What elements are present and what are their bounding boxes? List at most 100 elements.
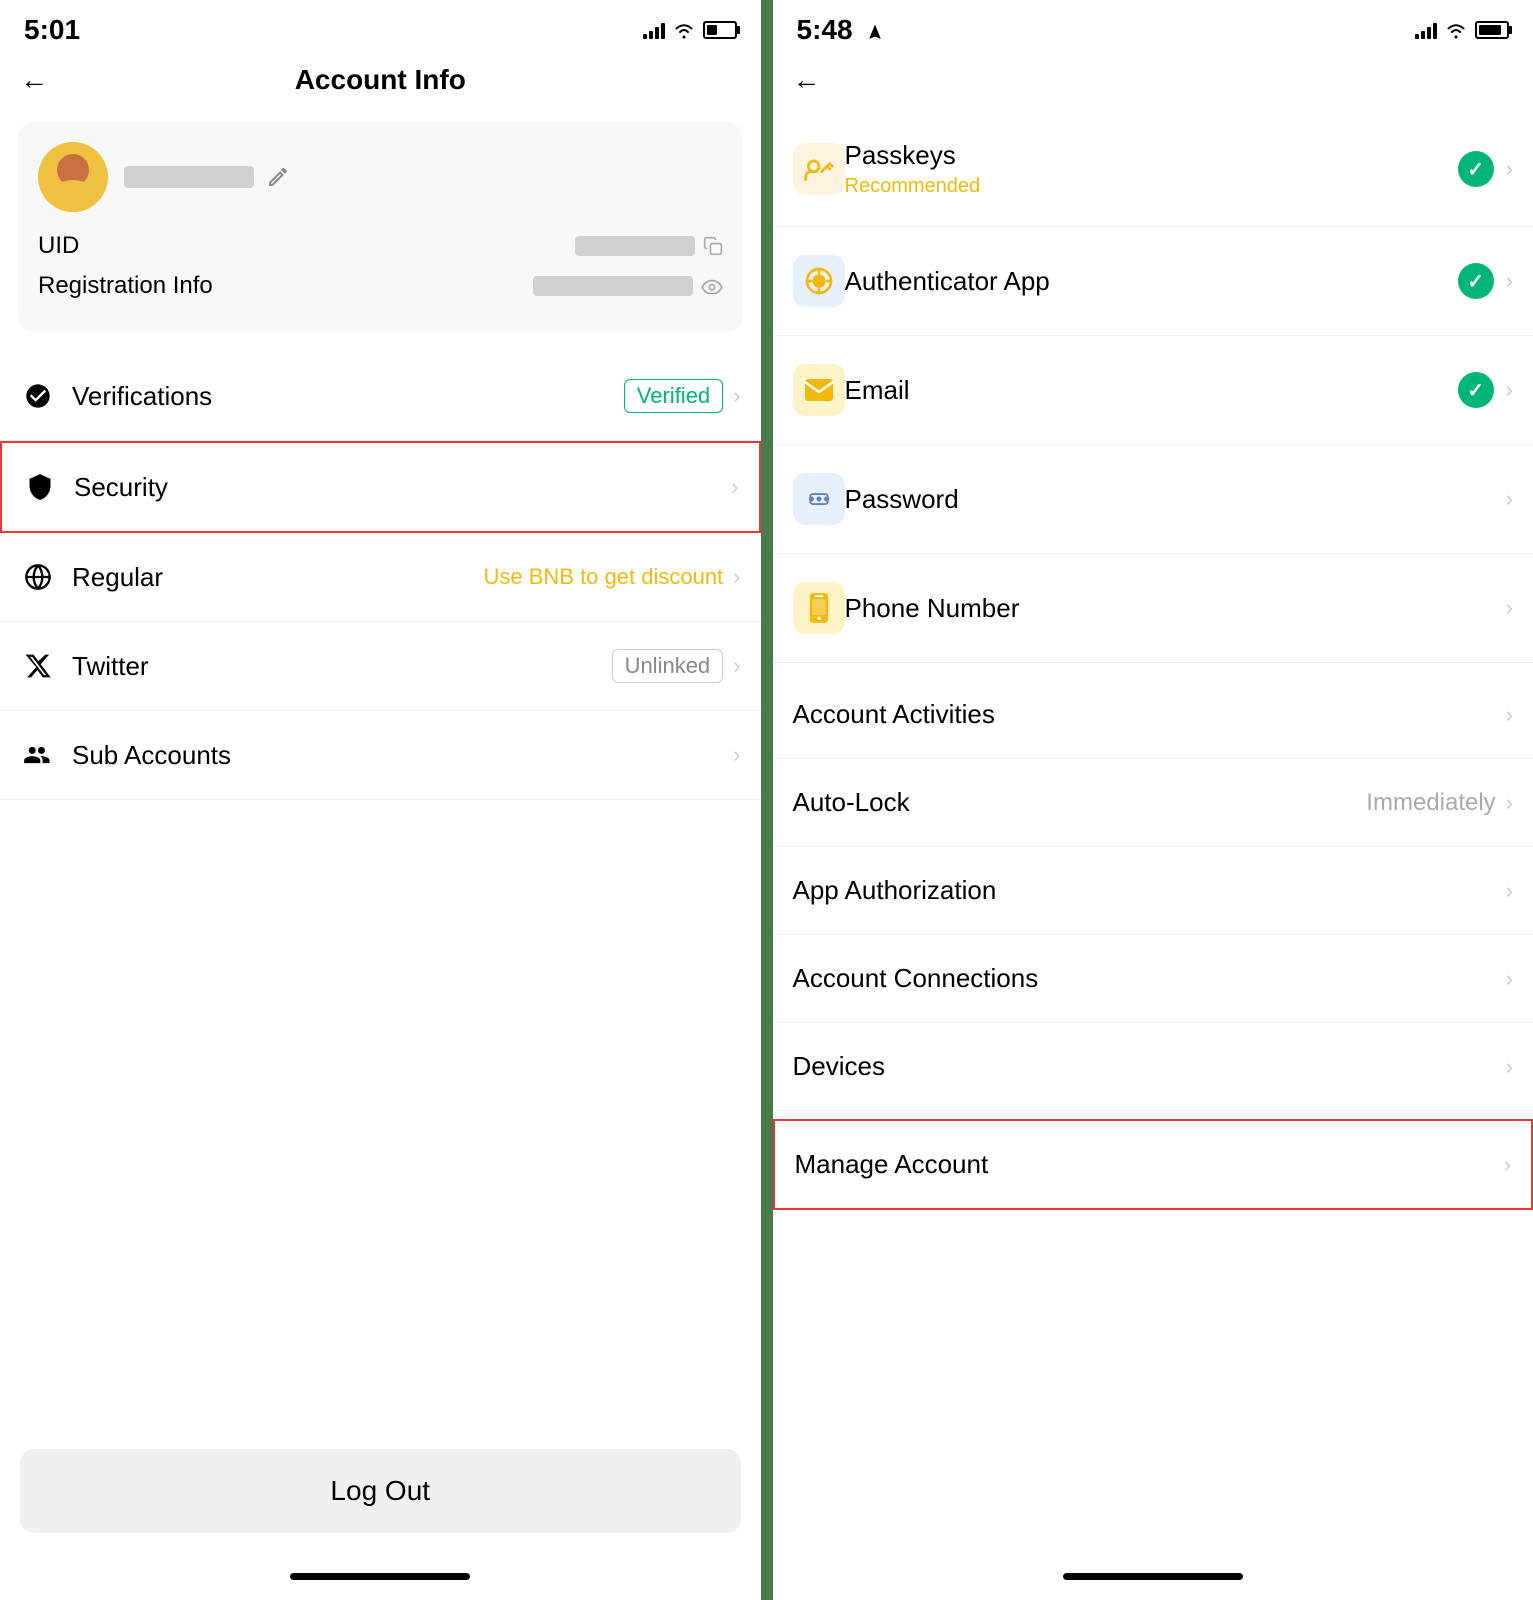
right-home-indicator (1063, 1573, 1243, 1580)
authenticator-chevron: › (1506, 268, 1513, 294)
right-signal-bars-icon (1415, 21, 1437, 39)
security-item-phone[interactable]: Phone Number › (773, 554, 1533, 663)
uid-label: UID (38, 232, 79, 260)
password-chevron: › (1506, 486, 1513, 512)
verified-badge: Verified (624, 379, 723, 413)
account-connections-chevron: › (1506, 966, 1513, 992)
logout-area: Log Out (0, 1419, 761, 1563)
menu-item-app-authorization[interactable]: App Authorization › (773, 847, 1533, 935)
passkeys-text: Passkeys Recommended (845, 140, 1446, 198)
email-title: Email (845, 375, 1446, 406)
username-blur (124, 166, 254, 188)
security-item-authenticator[interactable]: Authenticator App ✓ › (773, 227, 1533, 336)
left-page-title: Account Info (295, 64, 466, 96)
signal-bars-icon (643, 21, 665, 39)
right-wifi-icon (1445, 21, 1467, 39)
passkeys-title: Passkeys (845, 140, 1446, 171)
regular-icon (20, 559, 56, 595)
menu-item-twitter[interactable]: Twitter Unlinked › (0, 622, 761, 711)
menu-item-regular[interactable]: Regular Use BNB to get discount › (0, 533, 761, 622)
spacer (0, 800, 761, 1419)
email-icon (793, 364, 845, 416)
twitter-chevron: › (733, 653, 740, 679)
security-chevron: › (731, 474, 738, 500)
passkeys-subtitle: Recommended (845, 175, 1446, 198)
right-status-icons (1415, 21, 1509, 39)
unlinked-badge: Unlinked (612, 649, 724, 683)
right-status-time: 5:48 (797, 14, 885, 46)
left-phone-panel: 5:01 ← Account Info (0, 0, 761, 1600)
authenticator-icon (793, 255, 845, 307)
manage-account-label: Manage Account (795, 1149, 1504, 1180)
regular-label: Regular (72, 562, 483, 593)
wifi-icon (673, 21, 695, 39)
left-status-bar: 5:01 (0, 0, 761, 54)
menu-item-verifications[interactable]: Verifications Verified › (0, 352, 761, 441)
menu-item-devices[interactable]: Devices › (773, 1023, 1533, 1111)
back-button-right[interactable]: ← (793, 64, 821, 96)
auto-lock-value: Immediately (1366, 789, 1495, 817)
right-nav-header: ← (773, 54, 1533, 112)
menu-item-sub-accounts[interactable]: Sub Accounts › (0, 711, 761, 800)
manage-account-chevron: › (1504, 1152, 1511, 1178)
edit-profile-icon[interactable] (266, 165, 290, 189)
profile-card: UID Registration Info (18, 122, 743, 332)
sub-accounts-label: Sub Accounts (72, 740, 733, 771)
passkeys-icon (793, 143, 845, 195)
battery-icon (703, 21, 737, 39)
sub-accounts-icon (20, 737, 56, 773)
panel-divider (761, 0, 773, 1600)
left-status-icons (643, 21, 737, 39)
passkeys-check-icon: ✓ (1458, 151, 1494, 187)
menu-item-security[interactable]: Security › (0, 441, 761, 533)
security-item-email[interactable]: Email ✓ › (773, 336, 1533, 445)
eye-icon[interactable] (701, 278, 723, 294)
uid-row: UID (38, 232, 723, 260)
menu-item-account-activities[interactable]: Account Activities › (773, 671, 1533, 759)
phone-text: Phone Number (845, 593, 1494, 624)
copy-uid-icon[interactable] (703, 236, 723, 256)
verifications-label: Verifications (72, 381, 624, 412)
menu-item-manage-account[interactable]: Manage Account › (773, 1119, 1533, 1210)
devices-label: Devices (793, 1051, 1506, 1082)
email-chevron: › (1506, 377, 1513, 403)
security-item-passkeys[interactable]: Passkeys Recommended ✓ › (773, 112, 1533, 227)
security-icon (22, 469, 58, 505)
authenticator-check-icon: ✓ (1458, 263, 1494, 299)
password-title: Password (845, 484, 1494, 515)
app-authorization-label: App Authorization (793, 875, 1506, 906)
profile-top (38, 142, 723, 212)
authenticator-text: Authenticator App (845, 266, 1446, 297)
passkeys-chevron: › (1506, 156, 1513, 182)
security-label: Security (74, 472, 731, 503)
twitter-icon (20, 648, 56, 684)
verifications-chevron: › (733, 383, 740, 409)
email-check-icon: ✓ (1458, 372, 1494, 408)
uid-value-blur (575, 236, 695, 256)
devices-chevron: › (1506, 1054, 1513, 1080)
password-text: Password (845, 484, 1494, 515)
avatar (38, 142, 108, 212)
password-icon (793, 473, 845, 525)
logout-button[interactable]: Log Out (20, 1449, 741, 1533)
left-home-indicator (290, 1573, 470, 1580)
security-item-password[interactable]: Password › (773, 445, 1533, 554)
menu-item-auto-lock[interactable]: Auto-Lock Immediately › (773, 759, 1533, 847)
auto-lock-chevron: › (1506, 790, 1513, 816)
registration-label: Registration Info (38, 272, 213, 300)
regular-chevron: › (733, 564, 740, 590)
sub-accounts-chevron: › (733, 742, 740, 768)
account-connections-label: Account Connections (793, 963, 1506, 994)
username-area (124, 165, 723, 189)
bnb-badge: Use BNB to get discount (483, 564, 723, 590)
phone-chevron: › (1506, 595, 1513, 621)
phone-title: Phone Number (845, 593, 1494, 624)
account-activities-label: Account Activities (793, 699, 1506, 730)
app-authorization-chevron: › (1506, 878, 1513, 904)
back-button-left[interactable]: ← (20, 64, 48, 96)
registration-row: Registration Info (38, 272, 723, 300)
registration-value-blur (533, 276, 693, 296)
twitter-label: Twitter (72, 651, 612, 682)
email-text: Email (845, 375, 1446, 406)
menu-item-account-connections[interactable]: Account Connections › (773, 935, 1533, 1023)
